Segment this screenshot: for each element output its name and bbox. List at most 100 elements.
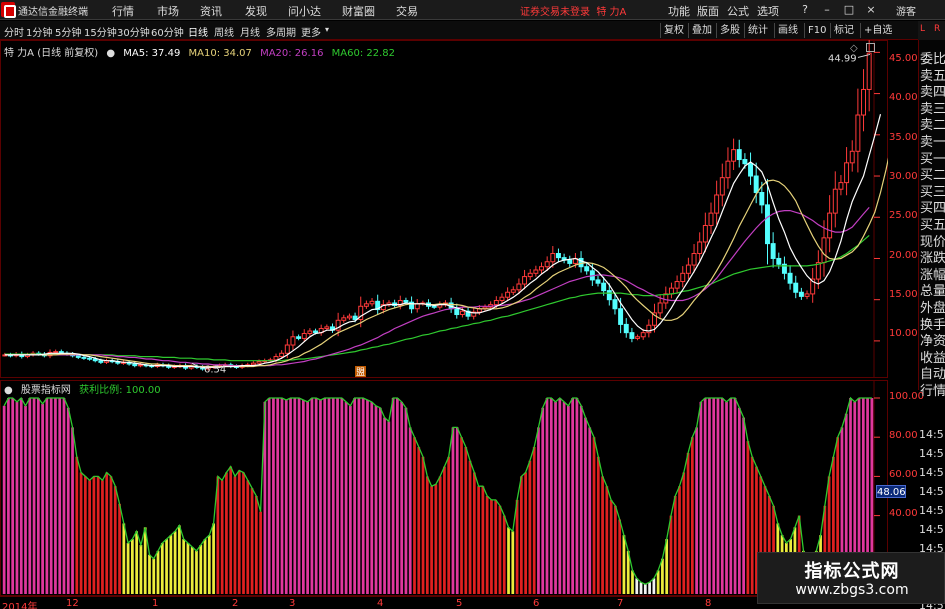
period-15min[interactable]: 15分钟	[84, 24, 117, 39]
ma20-line	[4, 207, 870, 367]
add-watchlist-button[interactable]: +自选	[860, 23, 895, 38]
ratio-bar	[237, 470, 241, 594]
candle-body	[53, 351, 59, 354]
menu-wealth-circle[interactable]: 财富圈	[342, 3, 375, 19]
candle-body	[324, 326, 330, 330]
candle-body	[279, 352, 285, 358]
ratio-bar	[126, 543, 130, 594]
multi-stock-button[interactable]: 多股	[716, 23, 743, 38]
period-more[interactable]: 更多	[301, 24, 321, 39]
close-icon[interactable]: ×	[861, 2, 881, 18]
menu-discover[interactable]: 发现	[245, 3, 267, 19]
ratio-bar	[746, 441, 750, 594]
y-tick-label: 40.00	[889, 92, 918, 103]
period-weekly[interactable]: 周线	[214, 24, 234, 39]
tick-time: 14:5	[919, 485, 944, 498]
low-price-label: 6.54	[204, 364, 226, 375]
candle-body	[584, 266, 590, 272]
candle-body	[567, 259, 573, 264]
candle-body	[431, 305, 437, 308]
candle-body	[680, 272, 686, 283]
ratio-bar	[708, 398, 711, 594]
login-status[interactable]: 证券交易未登录 特 力A	[520, 3, 626, 18]
menu-options[interactable]: 选项	[757, 3, 779, 19]
ratio-bar	[490, 499, 493, 594]
ratio-bar	[485, 496, 489, 594]
ratio-bar	[695, 427, 698, 594]
menu-news[interactable]: 资讯	[200, 3, 222, 19]
ratio-bar	[472, 472, 476, 594]
ratio-line	[3, 396, 872, 585]
help-icon[interactable]: ?	[795, 2, 815, 18]
mark-button[interactable]: 标记	[830, 23, 857, 38]
candle-body	[98, 360, 104, 363]
ratio-bar	[443, 466, 446, 594]
adjust-button[interactable]: 复权	[660, 23, 687, 38]
candle-body	[307, 330, 313, 334]
menu-functions[interactable]: 功能	[668, 3, 690, 19]
chart-title: 特 力A (日线 前复权)	[4, 48, 99, 59]
ratio-bar	[71, 427, 74, 594]
ratio-bar	[156, 550, 160, 594]
ratio-bar	[250, 488, 254, 594]
candle-body	[714, 194, 720, 214]
date-x-axis: 2014年 12 1 2 3 4 5 6 7 8	[0, 596, 888, 609]
period-multi[interactable]: 多周期	[266, 24, 296, 39]
f10-button[interactable]: F10	[804, 23, 829, 38]
side-panel-toggle[interactable]: L R	[918, 21, 945, 40]
tick-time: 14:5	[919, 504, 944, 517]
ratio-bar	[259, 511, 262, 594]
period-60min[interactable]: 60分钟	[151, 24, 184, 39]
menu-trade[interactable]: 交易	[396, 3, 418, 19]
chart-options-icon[interactable]: ◇	[850, 43, 858, 54]
candle-body	[595, 279, 601, 284]
ratio-bar	[742, 417, 745, 594]
period-tick[interactable]: 分时	[4, 24, 24, 39]
ratio-bar	[361, 398, 365, 594]
period-1min[interactable]: 1分钟	[26, 24, 52, 39]
candle-body	[606, 290, 612, 301]
candle-body	[793, 282, 799, 293]
menu-ask-xiaoda[interactable]: 问小达	[288, 3, 321, 19]
ratio-bar	[169, 535, 173, 594]
ratio-bar	[669, 515, 673, 594]
menu-formula[interactable]: 公式	[727, 3, 749, 19]
candle-body	[346, 315, 352, 319]
overlay-button[interactable]: 叠加	[688, 23, 715, 38]
chart-expand-icon[interactable]	[866, 43, 875, 52]
menu-layout[interactable]: 版面	[697, 3, 719, 19]
guest-user[interactable]: 游客	[896, 3, 916, 18]
ratio-bar	[24, 405, 27, 594]
tick-time: 14:5	[919, 447, 944, 460]
ratio-bar	[733, 398, 737, 594]
profit-ratio-chart[interactable]	[0, 380, 888, 596]
ratio-bar	[254, 496, 258, 594]
minimize-icon[interactable]: –	[817, 2, 837, 18]
candle-body	[499, 296, 505, 302]
indicator-source: 股票指标网	[20, 385, 71, 396]
ratio-bar	[331, 398, 335, 594]
ratio-bar	[596, 456, 600, 594]
settings-dot-icon[interactable]: ●	[4, 385, 13, 396]
candle-body	[748, 163, 754, 177]
candle-body	[92, 358, 98, 362]
price-chart[interactable]: 44.99 6.54 盟	[0, 40, 888, 378]
menu-quotes[interactable]: 行情	[112, 3, 134, 19]
ratio-bar	[494, 499, 498, 594]
ratio-bar	[592, 437, 596, 594]
period-5min[interactable]: 5分钟	[55, 24, 81, 39]
period-daily[interactable]: 日线	[188, 24, 208, 39]
candle-body	[702, 224, 708, 243]
chevron-down-icon[interactable]: ▾	[325, 25, 329, 34]
x-tick-label: 7	[617, 598, 624, 609]
ratio-bar	[690, 437, 694, 594]
menu-market[interactable]: 市场	[157, 3, 179, 19]
settings-dot-icon[interactable]: ●	[106, 48, 115, 59]
statistics-button[interactable]: 统计	[744, 23, 771, 38]
maximize-icon[interactable]: □	[839, 2, 859, 18]
ratio-bar	[113, 486, 117, 594]
period-monthly[interactable]: 月线	[240, 24, 260, 39]
ratio-bar	[293, 398, 297, 594]
draw-line-button[interactable]: 画线	[774, 23, 801, 38]
period-30min[interactable]: 30分钟	[117, 24, 150, 39]
